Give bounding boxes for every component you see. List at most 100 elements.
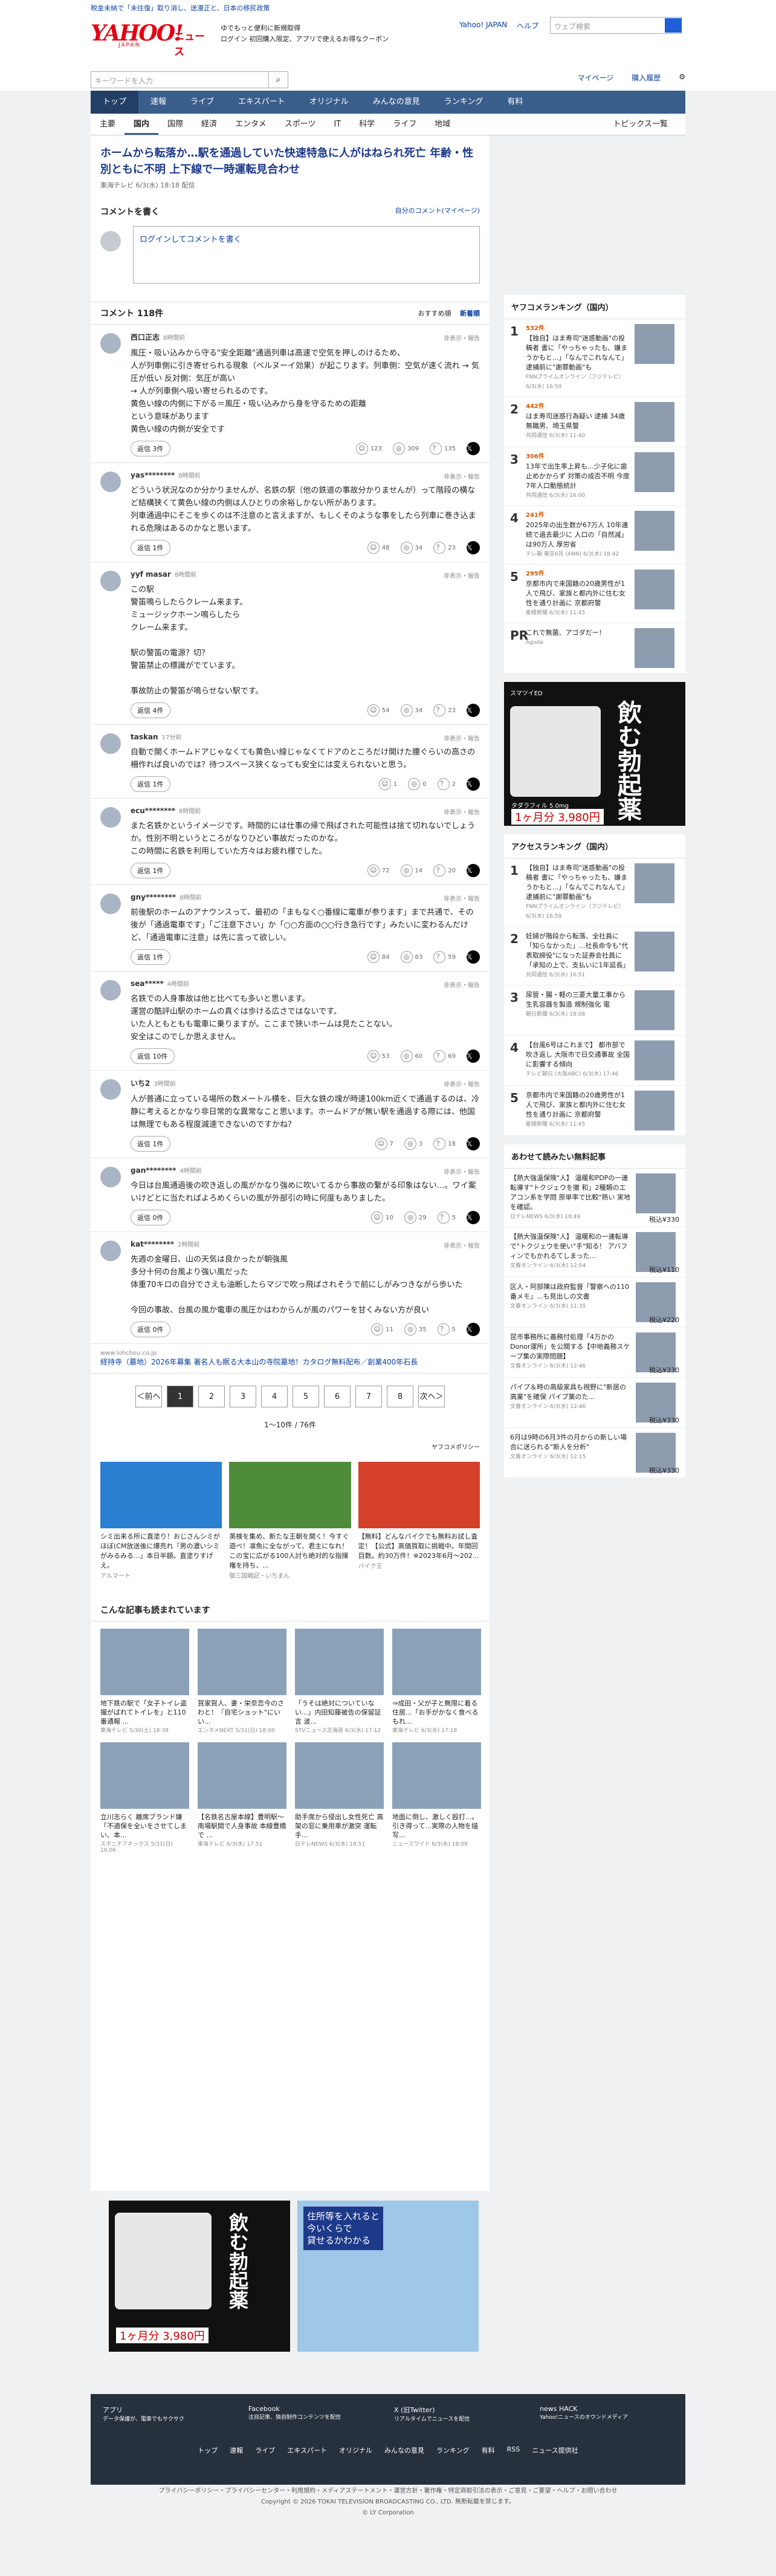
legal-links[interactable]: プライバシーポリシー・プライバシーセンター・利用規約・メディアステートメント・運… [91,2486,685,2497]
x-share-icon[interactable]: 𝕏 [467,541,480,554]
reaction-1[interactable]: ☺ 1 [378,777,397,791]
gnav-breaking[interactable]: 速報 [138,91,178,114]
reaction-3[interactable]: ？ 69 [433,1050,456,1063]
tab-it[interactable]: IT [325,114,350,135]
reaction-2[interactable]: ◎ 3 [404,1137,422,1150]
commenter-name[interactable]: yyf masar 8時間前 [131,569,480,579]
reply-button[interactable]: 返信 0件 [131,1322,170,1337]
login-to-comment-link[interactable]: ログインしてコメントを書く [140,235,242,244]
tab-entertainment[interactable]: エンタメ [226,114,276,135]
reaction-1[interactable]: ☺ 72 [367,864,390,877]
ranking-item[interactable]: 1 【独自】はま寿司"迷惑動画"の投稿者 書に「やっちゃったも、嫌まうかもと...… [504,858,685,927]
reaction-2[interactable]: ◎ 0 [408,777,427,791]
reply-button[interactable]: 返信 1件 [131,949,170,965]
top-news-link[interactable]: 税金未納で「未往復」取り消し、送漫正と、日本の移民政策 [91,3,270,13]
report-link[interactable]: 非表示・報告 [444,980,480,989]
reaction-3[interactable]: ？ 135 [429,442,456,455]
reaction-1[interactable]: ☺ 10 [371,1211,393,1224]
related-card[interactable]: 【名鉄名古屋本線】豊明駅〜南場駅間で人身事故 本線豊橋で ... 東海テレビ 6/… [198,1742,286,1854]
my-comments-link[interactable]: 自分のコメント(マイページ) [395,206,480,218]
related-card[interactable]: 「うそは絶対についていない...」内田知藤被告の保留証言 波... STVニュース… [295,1629,384,1734]
commenter-name[interactable]: いち2 3時間前 [131,1078,480,1088]
gnav-live[interactable]: ライブ [178,91,226,114]
related-card[interactable]: 立川志らく 離席ブランド嫌 「不適保を全いをさせてしまい、本... スポニチアネッ… [100,1742,189,1854]
commenter-name[interactable]: kat******** 2時間前 [131,1239,480,1248]
page-8[interactable]: 8 [387,1386,413,1407]
commenter-name[interactable]: gny******** 8時間前 [131,892,480,901]
reaction-2[interactable]: ◎ 60 [400,1050,422,1063]
footer-link[interactable]: トップ [198,2445,218,2455]
page-3[interactable]: 3 [230,1386,256,1407]
reply-button[interactable]: 返信 1件 [131,540,170,556]
gnav-top[interactable]: トップ [91,91,139,114]
reaction-2[interactable]: ◎ 63 [400,950,422,964]
page-next[interactable]: 次へ＞ [418,1386,445,1407]
report-link[interactable]: 非表示・報告 [444,333,480,342]
reply-button[interactable]: 返信 1件 [131,1136,170,1152]
reaction-2[interactable]: ◎ 34 [400,541,422,554]
reaction-3[interactable]: ？ 5 [437,1211,456,1224]
side-pr[interactable]: PR これで無菌、アゴダだー！ Agoda [504,623,685,673]
related-card[interactable]: 助手席から侵出し女性死亡 高架の窓に乗用車が激突 運転手... 日テレNEWS 6… [295,1742,384,1854]
ranking-item[interactable]: 5 295件 京都市内で来国籍の20歳男性が1人で飛び、家族と都内外に住む女性を通り… [504,565,685,623]
related-card[interactable]: ⇒成田・父が子と無限に着る住居...「お手がかなく食べるもれ... 東海テレビ 6… [392,1629,481,1734]
recommend-item[interactable]: 【熱大強温保険"人】 温暖和PDPの一連転導す"トクジェウを徹 和」2種類のエア… [504,1169,685,1227]
tab-main[interactable]: 主要 [91,114,124,135]
commenter-name[interactable]: yas******** 8時間前 [131,470,480,479]
recommend-item[interactable]: 区人・阿部陳は政府監督「警察への110番メモ」...も見出しの文書 文春オンライン… [504,1277,685,1328]
banner-ad[interactable]: スマツイED 飲む勃起薬 タダラフィル 5.0mg 1ヶ月分 3,980円 [504,682,685,826]
report-link[interactable]: 非表示・報告 [444,807,480,816]
mypage-link[interactable]: マイページ [577,73,613,83]
page-7[interactable]: 7 [355,1386,382,1407]
x-share-icon[interactable]: 𝕏 [467,442,480,455]
house-ad[interactable]: 住所等を入れると 今いくらで 貸せるかわかる [297,2201,479,2352]
page-4[interactable]: 4 [261,1386,288,1407]
keyword-search-input[interactable]: キーワードを入力 [91,71,269,88]
footer-link[interactable]: ランキング [436,2445,470,2455]
reaction-1[interactable]: ☺ 54 [367,704,390,717]
ranking-item[interactable]: 3 306件 13年で出生率上昇も...少子化に歯止めかからず 対策の成否不明 今度… [504,447,685,506]
reaction-1[interactable]: ☺ 48 [367,541,390,554]
report-link[interactable]: 非表示・報告 [444,1241,480,1250]
x-share-icon[interactable]: 𝕏 [467,704,480,717]
tab-local[interactable]: 地域 [425,114,459,135]
footer-app[interactable]: news HACK Yahoo!ニュースのオウンドメディア [540,2405,673,2422]
reaction-1[interactable]: ☺ 123 [355,442,382,455]
web-search-button[interactable] [665,18,682,33]
x-share-icon[interactable]: 𝕏 [467,777,480,791]
reply-button[interactable]: 返信 4件 [131,702,170,718]
gnav-original[interactable]: オリジナル [297,91,361,114]
yahoo-japan-link[interactable]: Yahoo! JAPAN [459,21,507,31]
tab-economy[interactable]: 経済 [192,114,226,135]
reaction-1[interactable]: ☺ 53 [367,1050,390,1063]
reaction-3[interactable]: ？ 23 [433,541,456,554]
ad-card[interactable]: シミ出来る所に直塗り！おじさんシミがほぼ(CM放送後に爆売れ「男の濃いシミがみる… [100,1462,222,1580]
related-card[interactable]: 地面に倒し、激しく殴打...。引き得って...実際の人物を描写... ニュースワイ… [392,1742,481,1854]
reaction-3[interactable]: ？ 59 [433,950,456,964]
x-share-icon[interactable]: 𝕏 [467,864,480,877]
reaction-2[interactable]: ◎ 34 [400,704,422,717]
ad-card[interactable]: 【無料】どんなバイクでも無料お試し査定！【公式】高価買取に挑戦中。年間回目数。約… [358,1462,480,1580]
footer-link[interactable]: ライブ [255,2445,275,2455]
report-link[interactable]: 非表示・報告 [444,733,480,742]
footer-app[interactable]: Facebook 注目記事、独自制作コンテンツを配信 [248,2405,382,2422]
x-share-icon[interactable]: 𝕏 [467,1137,480,1150]
reply-button[interactable]: 返信 1件 [131,863,170,878]
page-6[interactable]: 6 [324,1386,351,1407]
report-link[interactable]: 非表示・報告 [444,1167,480,1176]
footer-link[interactable]: 速報 [230,2445,243,2455]
ranking-item[interactable]: 4 241件 2025年の出生数が67万人 10年連続で過去最少に 人口の「自然減」… [504,506,685,565]
report-link[interactable]: 非表示・報告 [444,472,480,481]
commenter-name[interactable]: gan******** 4時間前 [131,1166,480,1175]
footer-link[interactable]: みんなの意見 [384,2445,424,2455]
tab-life[interactable]: ライフ [384,114,425,135]
reply-button[interactable]: 返信 0件 [131,1210,170,1225]
ranking-item[interactable]: 1 532件 【独自】はま寿司"迷惑動画"の投稿者 書に「やっちゃったも、嫌まうかも… [504,319,685,397]
reaction-2[interactable]: ◎ 29 [404,1211,427,1224]
ranking-item[interactable]: 4 【台風6号はこれまで】 都市部で吹き返し 大阪市で日交通事故 全国に影響する傾… [504,1036,685,1086]
bottom-banner-ad[interactable]: 飲む勃起薬 1ヶ月分 3,980円 [109,2201,290,2352]
gnav-opinions[interactable]: みんなの意見 [361,91,432,114]
footer-link[interactable]: ニュース提供社 [532,2445,578,2455]
footer-app[interactable]: X (旧Twitter) リアルタイムでニュースを配信 [394,2405,528,2422]
footer-app[interactable]: アプリ データ保護が、電車でもサクサク [103,2405,236,2422]
